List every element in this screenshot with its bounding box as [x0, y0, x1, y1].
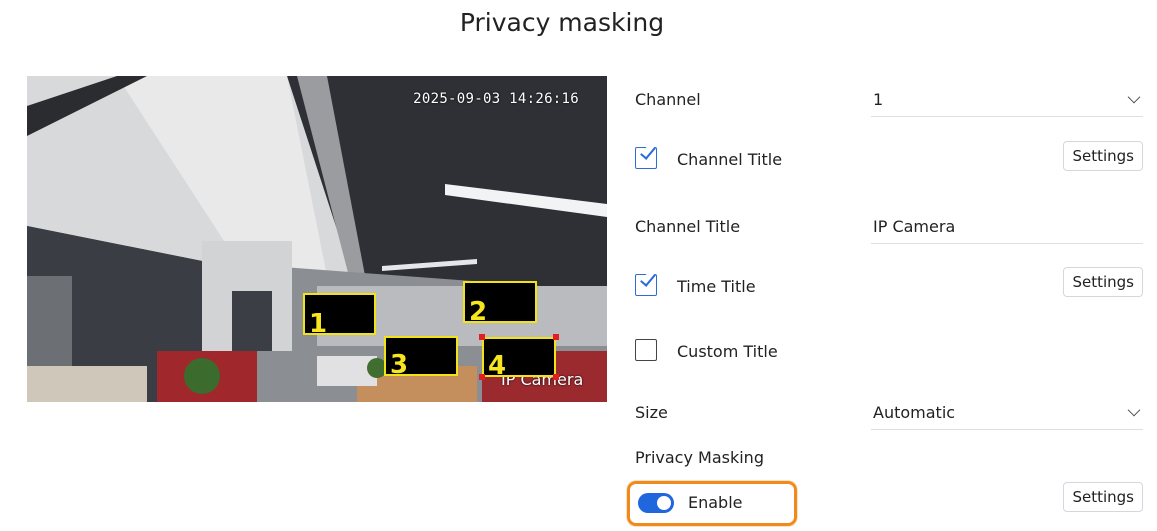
- mask-number: 4: [488, 351, 507, 381]
- toggle-knob: [657, 496, 671, 510]
- resize-handle-top-right[interactable]: [553, 334, 559, 340]
- osd-timestamp: 2025-09-03 14:26:16: [413, 91, 579, 107]
- privacy-masking-enable-label: Enable: [688, 493, 743, 512]
- channel-title-input[interactable]: IP Camera: [871, 213, 1143, 244]
- time-title-checkbox[interactable]: [635, 274, 657, 296]
- channel-label: Channel: [635, 90, 701, 109]
- privacy-mask-1[interactable]: 1: [303, 293, 376, 339]
- privacy-masking-label: Privacy Masking: [635, 448, 764, 467]
- camera-preview[interactable]: 2025-09-03 14:26:16 IP Camera 1 2 3 4: [27, 76, 607, 402]
- privacy-mask-3[interactable]: 3: [384, 336, 458, 380]
- size-value: Automatic: [873, 403, 956, 422]
- channel-title-checkbox-label: Channel Title: [677, 150, 783, 169]
- mask-number: 1: [309, 309, 328, 339]
- resize-handle-bottom-left[interactable]: [479, 374, 485, 380]
- channel-title-input-value: IP Camera: [873, 217, 956, 236]
- mask-number: 2: [469, 297, 488, 327]
- custom-title-checkbox[interactable]: [635, 339, 657, 361]
- resize-handle-bottom-right[interactable]: [553, 374, 559, 380]
- channel-title-checkbox[interactable]: [635, 147, 657, 169]
- osd-settings-form: Channel 1 Channel Title Settings Channel…: [627, 0, 1143, 531]
- channel-select[interactable]: 1: [871, 86, 1143, 117]
- size-select[interactable]: Automatic: [871, 399, 1143, 430]
- custom-title-checkbox-label: Custom Title: [677, 342, 778, 361]
- privacy-masking-toggle-highlight: Enable: [627, 481, 797, 526]
- privacy-masking-settings-button[interactable]: Settings: [1063, 482, 1143, 512]
- chevron-down-icon: [1127, 90, 1141, 104]
- privacy-mask-2[interactable]: 2: [463, 281, 537, 327]
- privacy-mask-4[interactable]: 4: [482, 337, 556, 381]
- time-title-checkbox-label: Time Title: [677, 277, 756, 296]
- channel-title-settings-button[interactable]: Settings: [1063, 141, 1143, 171]
- resize-handle-top-left[interactable]: [479, 334, 485, 340]
- chevron-down-icon: [1127, 403, 1141, 417]
- time-title-settings-button[interactable]: Settings: [1063, 267, 1143, 297]
- size-label: Size: [635, 403, 668, 422]
- privacy-masking-enable-toggle[interactable]: [638, 493, 674, 513]
- mask-number: 3: [390, 350, 409, 380]
- channel-title-field-label: Channel Title: [635, 217, 741, 236]
- channel-value: 1: [873, 90, 884, 109]
